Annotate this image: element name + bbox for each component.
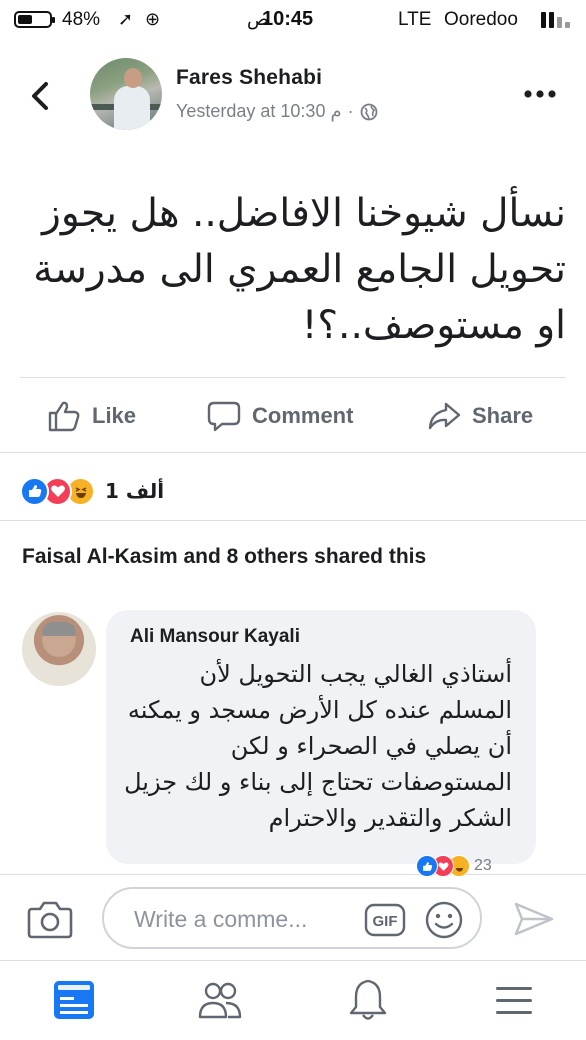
thumbs-up-icon xyxy=(48,401,80,432)
battery-percentage: 48% xyxy=(62,9,101,30)
author-avatar[interactable] xyxy=(90,58,162,130)
more-options-button[interactable] xyxy=(520,82,560,106)
like-label: Like xyxy=(92,403,137,428)
share-button[interactable]: Share xyxy=(426,394,533,438)
gif-icon: GIF xyxy=(364,903,406,937)
home-icon xyxy=(54,981,94,1019)
carrier-name: Ooredoo xyxy=(444,9,518,30)
camera-button[interactable] xyxy=(26,897,74,941)
reaction-count: 1 ألف xyxy=(105,479,165,503)
comment-reaction-count: 23 xyxy=(474,857,492,874)
smiley-icon xyxy=(425,901,463,939)
like-button[interactable]: Like xyxy=(46,394,136,438)
back-button[interactable] xyxy=(22,76,58,116)
comment-text: أستاذي الغالي يجب التحويل لأن المسلم عند… xyxy=(124,660,512,832)
send-button[interactable] xyxy=(512,899,556,939)
globe-icon xyxy=(360,103,378,120)
comment-label: Comment xyxy=(252,403,354,428)
post-meta: Yesterday at 10:30 م · xyxy=(176,101,378,122)
post-text: نسأل شيوخنا الافاضل.. هل يجوز تحويل الجا… xyxy=(33,191,566,348)
tab-home[interactable] xyxy=(50,977,98,1023)
comment-input[interactable]: Write a comme... GIF xyxy=(102,887,482,949)
tab-notifications[interactable] xyxy=(344,977,392,1023)
like-reaction-icon xyxy=(20,476,49,506)
chevron-left-icon xyxy=(32,82,48,110)
tab-bar xyxy=(0,960,586,1040)
more-dots-icon xyxy=(524,90,556,98)
gif-button[interactable]: GIF xyxy=(364,903,406,937)
gif-label: GIF xyxy=(373,913,398,930)
status-bar: 48% ➚ ⊕ ص 10:45 LTE Ooredoo xyxy=(0,0,586,40)
divider xyxy=(20,377,566,378)
post-timestamp[interactable]: Yesterday at 10:30 م xyxy=(176,101,342,122)
divider xyxy=(0,452,586,453)
comment-bubble: Ali Mansour Kayali أستاذي الغالي يجب الت… xyxy=(106,610,536,864)
divider xyxy=(0,520,586,521)
clock: 10:45 xyxy=(262,8,314,30)
tab-groups[interactable] xyxy=(196,977,244,1023)
groups-icon xyxy=(198,982,242,1019)
share-label: Share xyxy=(472,403,534,428)
comment-placeholder[interactable]: Write a comme... xyxy=(134,906,307,933)
location-arrow-icon: ➚ xyxy=(118,9,134,29)
comment-author[interactable]: Ali Mansour Kayali xyxy=(130,626,300,648)
share-arrow-icon xyxy=(428,402,461,430)
meta-separator: · xyxy=(347,101,354,121)
shared-by-text[interactable]: Faisal Al-Kasim and 8 others shared this xyxy=(22,545,426,569)
reactions-summary[interactable]: 1 ألف xyxy=(20,476,164,506)
author-name[interactable]: Fares Shehabi xyxy=(176,66,322,90)
like-reaction-icon xyxy=(416,855,438,877)
menu-icon xyxy=(496,987,532,1014)
network-type: LTE xyxy=(398,9,432,30)
battery-icon xyxy=(14,11,55,28)
speech-bubble-icon xyxy=(207,401,241,432)
comment-button[interactable]: Comment xyxy=(206,394,353,438)
tab-menu[interactable] xyxy=(490,977,538,1023)
commenter-avatar[interactable] xyxy=(22,612,96,686)
signal-bars-icon xyxy=(541,12,575,28)
camera-icon xyxy=(27,901,73,939)
rotation-lock-icon: ⊕ xyxy=(145,9,161,29)
notifications-icon xyxy=(349,979,387,1020)
send-arrow-icon xyxy=(514,902,554,936)
emoji-button[interactable] xyxy=(424,900,464,940)
comment-composer: Write a comme... GIF xyxy=(0,874,586,960)
